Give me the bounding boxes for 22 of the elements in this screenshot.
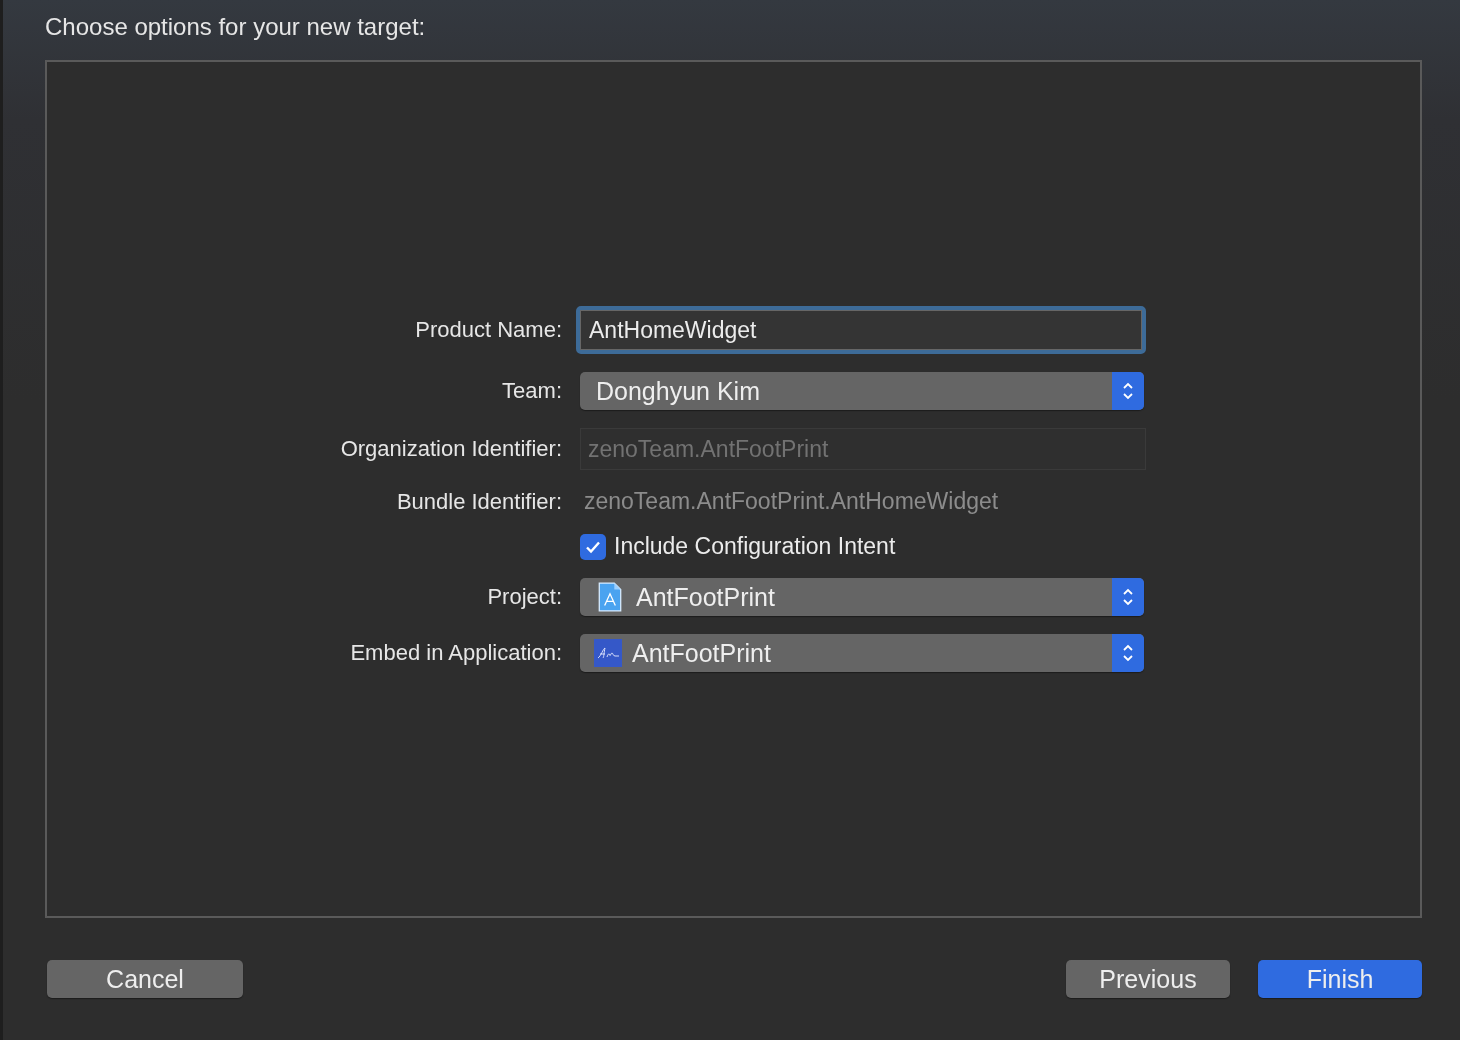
field-label: Organization Identifier:: [340, 436, 562, 462]
dialog-heading: Choose options for your new target:: [45, 12, 426, 42]
stepper-icon: [1112, 578, 1144, 616]
field-label: Project:: [487, 584, 562, 610]
product-name-field[interactable]: AntHomeWidget: [576, 306, 1146, 354]
popup-menu[interactable]: AntFootPrint: [580, 578, 1144, 616]
field-label: Bundle Identifier:: [396, 488, 562, 515]
checkbox-label: Include Configuration Intent: [614, 533, 896, 560]
popup-menu[interactable]: Donghyun Kim: [580, 372, 1144, 410]
dialog-button[interactable]: Finish: [1258, 960, 1422, 998]
stepper-icon: [1112, 372, 1144, 410]
field-label: Product Name:: [415, 317, 562, 343]
app-icon: [594, 639, 622, 667]
popup-menu[interactable]: AntFootPrint: [580, 634, 1144, 672]
bundle-identifier-value: zenoTeam.AntFootPrint.AntHomeWidget: [583, 488, 999, 515]
field-label: Team:: [502, 378, 562, 404]
dialog-button[interactable]: Previous: [1066, 960, 1230, 998]
field-label: Embed in Application:: [350, 640, 562, 666]
stepper-icon: [1112, 634, 1144, 672]
document-icon: [598, 582, 622, 612]
dialog-button[interactable]: Cancel: [47, 960, 243, 998]
checkbox[interactable]: [580, 533, 606, 560]
